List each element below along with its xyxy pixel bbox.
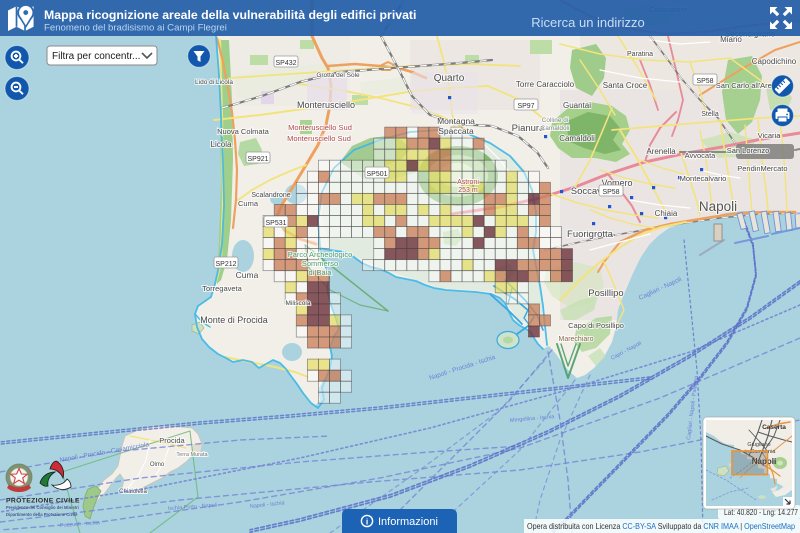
svg-text:Camaldoli: Camaldoli: [559, 134, 595, 143]
svg-text:Lido di Licola: Lido di Licola: [195, 79, 233, 86]
svg-text:Capo di Posillipo: Capo di Posillipo: [568, 321, 624, 330]
svg-text:SP97: SP97: [517, 103, 534, 110]
svg-text:Presidenza del Consiglio dei M: Presidenza del Consiglio dei Ministri: [6, 505, 79, 510]
svg-text:SP212: SP212: [215, 261, 236, 268]
svg-text:Giugliano: Giugliano: [747, 442, 770, 448]
svg-text:Marechiaro: Marechiaro: [558, 336, 593, 343]
svg-text:Mercato: Mercato: [760, 164, 787, 173]
svg-text:i: i: [366, 517, 368, 527]
svg-text:Grotta del Sole: Grotta del Sole: [316, 72, 360, 79]
svg-text:Filtra per concentr...: Filtra per concentr...: [52, 51, 140, 62]
svg-text:Cuma: Cuma: [238, 199, 259, 208]
svg-text:Torre Caracciolo: Torre Caracciolo: [516, 80, 575, 89]
svg-text:Santa Croce: Santa Croce: [603, 81, 648, 90]
svg-text:Napoli: Napoli: [699, 199, 737, 214]
svg-text:Paratina: Paratina: [627, 51, 653, 58]
svg-text:Posillipo: Posillipo: [588, 288, 623, 299]
svg-text:SP531: SP531: [265, 220, 286, 227]
svg-text:Cuma: Cuma: [236, 270, 259, 280]
svg-text:Miliscola: Miliscola: [286, 300, 311, 307]
svg-text:Sommerso: Sommerso: [302, 259, 338, 268]
svg-text:Astroni: Astroni: [457, 179, 479, 186]
svg-text:Avvocata: Avvocata: [685, 151, 717, 160]
svg-text:Nuova Colmata: Nuova Colmata: [217, 127, 270, 136]
svg-text:253 m: 253 m: [458, 187, 478, 194]
svg-text:Arenella: Arenella: [646, 147, 676, 156]
svg-text:Fenomeno del bradisismo ai Cam: Fenomeno del bradisismo ai Campi Flegrei: [44, 23, 227, 34]
svg-text:Mappa ricognizione areale dell: Mappa ricognizione areale della vulnerab…: [44, 8, 416, 22]
svg-text:Camaldoli: Camaldoli: [541, 125, 570, 132]
svg-text:Monterusciello Sud: Monterusciello Sud: [287, 134, 351, 143]
svg-text:Quarto: Quarto: [434, 73, 465, 84]
svg-text:Olmo: Olmo: [150, 462, 165, 468]
svg-text:Montagna: Montagna: [437, 116, 475, 126]
svg-text:Dipartimento della Protezione: Dipartimento della Protezione Civile: [6, 512, 78, 517]
svg-text:Colline di: Colline di: [542, 117, 569, 124]
svg-text:Informazioni: Informazioni: [378, 516, 438, 528]
svg-text:SP501: SP501: [366, 171, 387, 178]
svg-text:Vicaria: Vicaria: [758, 131, 782, 140]
svg-text:Monterusciello Sud: Monterusciello Sud: [288, 123, 352, 132]
svg-text:Ricerca un indirizzo: Ricerca un indirizzo: [531, 15, 644, 30]
svg-text:Torregaveta: Torregaveta: [202, 284, 242, 293]
svg-text:Chiaia: Chiaia: [655, 209, 678, 218]
svg-text:Caserta: Caserta: [762, 424, 786, 431]
svg-text:Fuorigrotta: Fuorigrotta: [567, 229, 614, 240]
svg-text:Spaccata: Spaccata: [438, 126, 474, 136]
svg-text:Capodichino: Capodichino: [752, 57, 797, 66]
svg-text:San Lorenzo: San Lorenzo: [727, 146, 770, 155]
svg-text:Procida: Procida: [159, 436, 185, 445]
svg-text:Guantai: Guantai: [563, 101, 591, 110]
svg-text:Parco Archeologico: Parco Archeologico: [288, 250, 353, 259]
svg-text:Chiaiolella: Chiaiolella: [119, 489, 147, 495]
svg-text:SP58: SP58: [602, 189, 619, 196]
svg-text:Scalandrone: Scalandrone: [251, 192, 290, 199]
svg-text:Opera distribuita con Licenza: Opera distribuita con Licenza CC-BY-SA S…: [527, 521, 795, 531]
svg-text:Licola: Licola: [211, 140, 232, 149]
svg-text:PROTEZIONE CIVILE: PROTEZIONE CIVILE: [6, 498, 80, 505]
svg-text:Montecalvario: Montecalvario: [680, 174, 727, 183]
svg-text:Monterusciello: Monterusciello: [297, 100, 355, 110]
svg-text:SP58: SP58: [696, 78, 713, 85]
svg-text:Stella: Stella: [701, 111, 719, 118]
svg-text:Monte di Procida: Monte di Procida: [200, 315, 268, 325]
svg-text:SP432: SP432: [275, 60, 296, 67]
svg-text:SP921: SP921: [247, 156, 268, 163]
svg-text:Terra Murata: Terra Murata: [176, 452, 208, 458]
svg-text:di Baia: di Baia: [309, 268, 333, 277]
